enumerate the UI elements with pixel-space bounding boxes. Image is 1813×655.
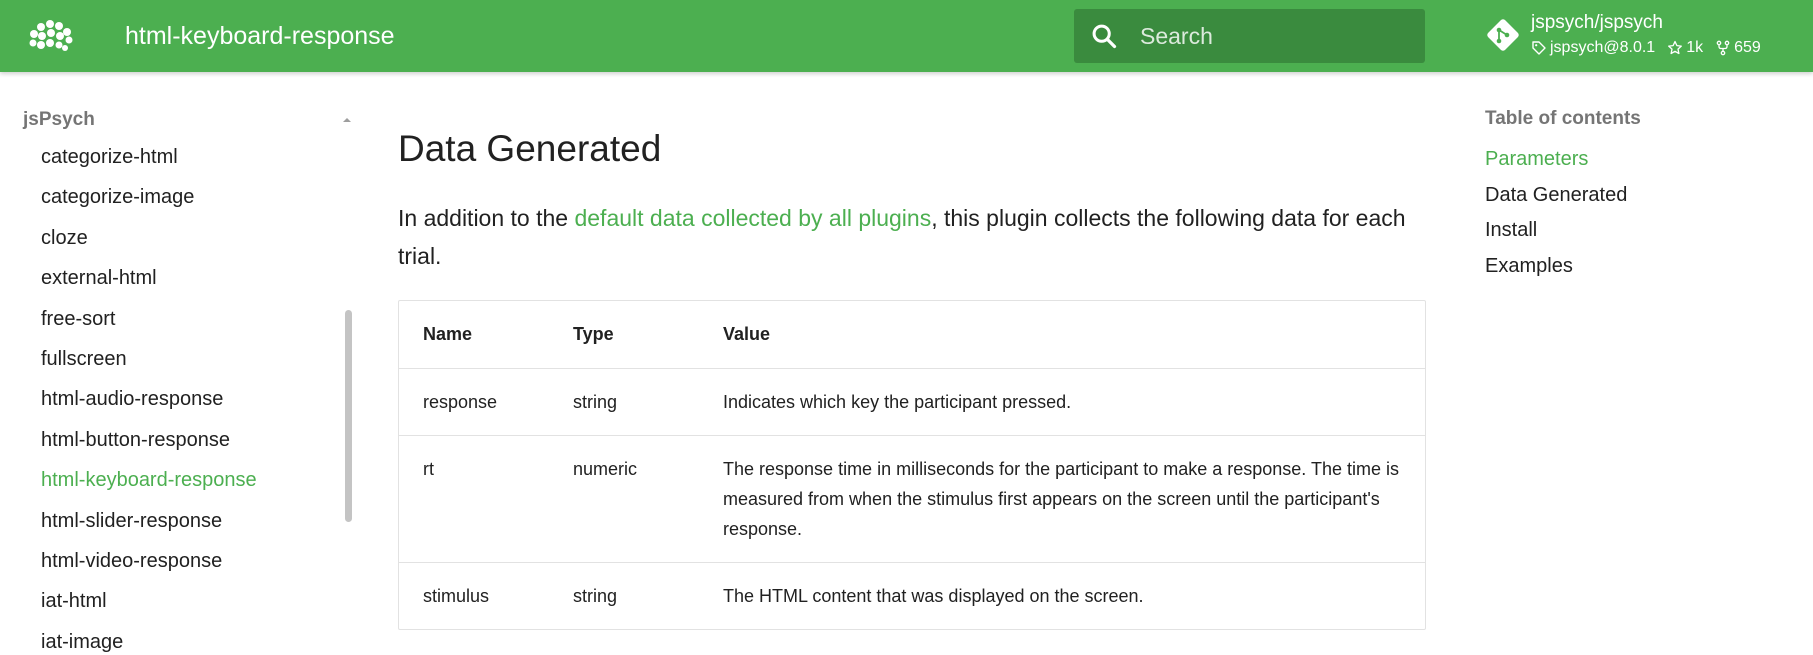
repo-facts: jspsych@8.0.1 1k 659 (1531, 39, 1761, 57)
sidebar-nav: categorize-html categorize-image cloze exte… (41, 137, 257, 655)
toc-list: Parameters Data Generated Install Examples (1485, 139, 1641, 286)
sidebar-item-free-sort[interactable]: free-sort (41, 299, 257, 339)
page-title: html-keyboard-response (125, 22, 395, 50)
sidebar-section-title[interactable]: jsPsych (23, 109, 95, 131)
sidebar-item-html-slider-response[interactable]: html-slider-response (41, 501, 257, 541)
toc-item-parameters[interactable]: Parameters (1485, 139, 1641, 180)
repo-version-label: jspsych@8.0.1 (1550, 39, 1656, 56)
cell-name: rt (399, 434, 549, 562)
search-icon[interactable] (1090, 22, 1118, 50)
git-icon (1487, 19, 1519, 51)
sidebar-item-iat-image[interactable]: iat-image (41, 622, 257, 655)
column-header-type: Type (573, 323, 614, 344)
sidebar-item-html-video-response[interactable]: html-video-response (41, 541, 257, 581)
toc-item-data-generated[interactable]: Data Generated (1485, 175, 1641, 216)
fork-icon (1716, 40, 1730, 56)
star-icon (1668, 40, 1683, 55)
cell-type: string (549, 561, 699, 629)
default-data-link[interactable]: default data collected by all plugins (574, 205, 931, 231)
section-heading: Data Generated (398, 128, 662, 169)
repo-link[interactable]: jspsych/jspsych jspsych@8.0.1 1k 659 (1486, 10, 1806, 64)
tag-icon (1532, 41, 1546, 55)
repo-stars: 1k (1667, 39, 1703, 57)
chevron-up-icon[interactable] (340, 115, 354, 125)
repo-forks: 659 (1715, 39, 1761, 57)
toc-item-examples[interactable]: Examples (1485, 246, 1641, 287)
sidebar-item-html-keyboard-response[interactable]: html-keyboard-response (41, 460, 257, 500)
sidebar-item-html-audio-response[interactable]: html-audio-response (41, 379, 257, 419)
table-row: stimulus string The HTML content that wa… (399, 561, 1425, 629)
table-header-row: Name Type Value (399, 301, 1425, 368)
table-row: rt numeric The response time in millisec… (399, 434, 1425, 562)
toc-title: Table of contents (1485, 108, 1641, 129)
search-box[interactable] (1074, 9, 1425, 63)
repo-version: jspsych@8.0.1 (1531, 39, 1655, 57)
repo-stars-count: 1k (1686, 39, 1704, 56)
sidebar-item-cloze[interactable]: cloze (41, 218, 257, 258)
cell-type: numeric (549, 434, 699, 562)
sidebar-item-iat-html[interactable]: iat-html (41, 581, 257, 621)
cell-name: response (399, 367, 549, 435)
data-table: Name Type Value response string Indicate… (398, 300, 1426, 630)
sidebar-scrollbar[interactable] (345, 310, 352, 522)
cell-type: string (549, 367, 699, 435)
intro-paragraph: In addition to the default data collecte… (398, 199, 1426, 275)
column-header-name: Name (423, 323, 473, 344)
search-input[interactable] (1140, 9, 1410, 63)
sidebar-item-html-button-response[interactable]: html-button-response (41, 420, 257, 460)
top-header: html-keyboard-response jspsych/jspsych j… (0, 0, 1813, 72)
sidebar-item-external-html[interactable]: external-html (41, 258, 257, 298)
cell-value: The response time in milliseconds for th… (699, 434, 1425, 562)
toc-item-install[interactable]: Install (1485, 210, 1641, 251)
intro-text-before: In addition to the (398, 205, 575, 231)
table-of-contents: Table of contents Parameters Data Generat… (1485, 108, 1641, 286)
sidebar-item-fullscreen[interactable]: fullscreen (41, 339, 257, 379)
cell-value: The HTML content that was displayed on t… (699, 561, 1425, 629)
cell-value: Indicates which key the participant pres… (699, 367, 1425, 435)
repo-forks-count: 659 (1734, 39, 1761, 56)
table-row: response string Indicates which key the … (399, 367, 1425, 435)
cell-name: stimulus (399, 561, 549, 629)
brain-logo-icon[interactable] (24, 16, 76, 56)
column-header-value: Value (723, 323, 771, 344)
sidebar-item-categorize-html[interactable]: categorize-html (41, 137, 257, 177)
repo-name: jspsych/jspsych (1531, 12, 1663, 33)
sidebar-item-categorize-image[interactable]: categorize-image (41, 177, 257, 217)
